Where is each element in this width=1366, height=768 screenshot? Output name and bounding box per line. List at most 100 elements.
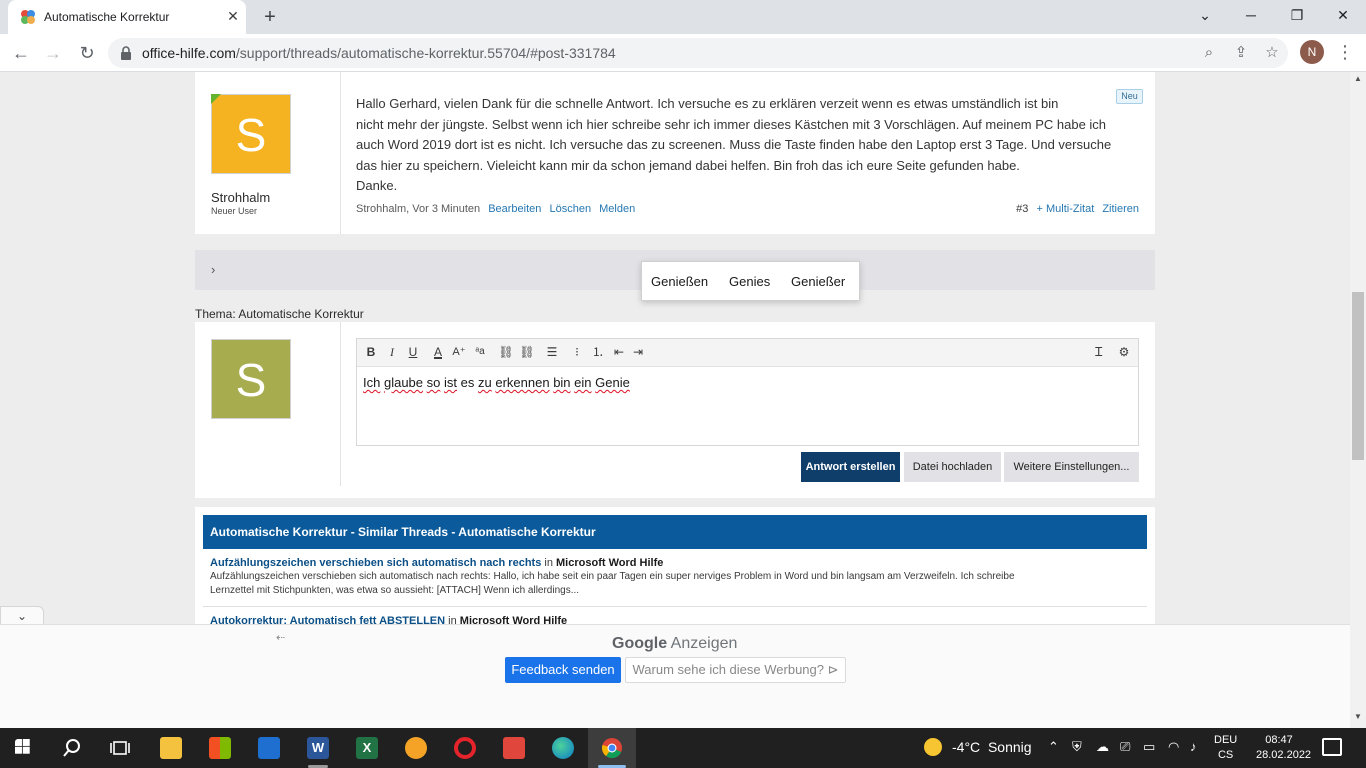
outdent-icon[interactable]: ⇤ [611, 344, 627, 360]
tab-search-icon[interactable]: ⌄ [1182, 0, 1228, 30]
browser-menu-icon[interactable]: ⋮ [1336, 41, 1354, 65]
scroll-down-arrow-icon[interactable]: ▼ [1354, 712, 1362, 721]
reload-icon[interactable]: ↻ [74, 41, 100, 65]
notification-center-icon[interactable] [1322, 738, 1342, 756]
taskbar-chat[interactable] [392, 728, 440, 768]
online-indicator-icon [211, 94, 221, 104]
quote-link[interactable]: Zitieren [1102, 203, 1139, 215]
text-style-button[interactable]: ᵃa [472, 344, 488, 360]
onedrive-cloud-icon[interactable]: ☁ [1096, 739, 1109, 755]
weather-widget[interactable]: -4°C Sonnig [924, 738, 1032, 756]
italic-button[interactable]: I [384, 344, 400, 360]
send-feedback-button[interactable]: Feedback senden [505, 657, 621, 683]
user-name-link[interactable]: Strohhalm [211, 190, 270, 205]
forum-link[interactable]: Microsoft Word Hilfe [556, 557, 663, 569]
zoom-search-icon[interactable]: ⌕ [1200, 44, 1218, 62]
tray-overflow-icon[interactable]: ⌃ [1048, 739, 1059, 755]
scroll-up-arrow-icon[interactable]: ▲ [1354, 74, 1362, 83]
task-view-button[interactable] [96, 728, 144, 768]
system-clock[interactable]: 08:47 28.02.2022 [1256, 733, 1311, 763]
ad-collapse-button[interactable]: ⌄ [0, 606, 44, 625]
multi-quote-link[interactable]: + Multi-Zitat [1036, 203, 1094, 215]
ad-anzeigen-text: Anzeigen [670, 635, 738, 652]
excel-icon: X [356, 737, 378, 759]
taskbar-edge[interactable] [539, 728, 587, 768]
delete-link[interactable]: Löschen [549, 203, 591, 215]
suggestion-item[interactable]: Genießen [651, 274, 708, 289]
chevron-right-icon[interactable]: › [211, 262, 215, 277]
similar-thread-snippet: Aufzählungszeichen verschieben sich auto… [210, 570, 1140, 598]
suggestion-item[interactable]: Genies [729, 274, 770, 289]
clear-formatting-icon[interactable]: Ꮖ [1091, 344, 1107, 360]
battery-icon[interactable]: ▭ [1143, 739, 1155, 755]
address-bar[interactable]: office-hilfe.com/support/threads/automat… [108, 38, 1288, 68]
wifi-icon[interactable]: ◠ [1168, 739, 1179, 755]
meet-now-icon[interactable]: ⎚ [1120, 739, 1130, 755]
minimize-button[interactable]: ─ [1228, 0, 1274, 30]
volume-icon[interactable]: ♪ [1190, 739, 1197, 754]
submit-reply-button[interactable]: Antwort erstellen [801, 452, 900, 482]
bold-button[interactable]: B [363, 344, 379, 360]
font-size-button[interactable]: A⁺ [451, 344, 467, 360]
back-arrow-icon[interactable]: ← [8, 41, 34, 65]
bullet-list-icon[interactable]: ⁝ [569, 344, 585, 360]
why-this-ad-button[interactable]: Warum sehe ich diese Werbung? ⊳ [625, 657, 846, 683]
align-icon[interactable]: ☰ [544, 344, 560, 360]
close-window-button[interactable]: ✕ [1320, 0, 1366, 30]
input-language-indicator[interactable]: DEU CS [1214, 733, 1237, 763]
clock-time: 08:47 [1265, 734, 1293, 746]
taskbar-opera[interactable] [441, 728, 489, 768]
security-shield-icon[interactable]: ⛨ [1072, 739, 1082, 755]
forward-arrow-icon[interactable]: → [40, 41, 66, 65]
taskbar-file-explorer[interactable] [147, 728, 195, 768]
editor-word: zu [477, 375, 492, 390]
more-options-button[interactable]: Weitere Einstellungen... [1004, 452, 1139, 482]
taskbar-search-button[interactable] [48, 728, 96, 768]
edit-link[interactable]: Bearbeiten [488, 203, 541, 215]
google-wordmark: Google [612, 635, 668, 652]
thread-title-label: Thema: Automatische Korrektur [195, 307, 364, 321]
taskbar-chrome[interactable] [588, 728, 636, 768]
post-line: nicht mehr der jüngste. Selbst wenn ich … [356, 116, 1107, 132]
editor-word: ist [444, 375, 457, 390]
taskbar-gmail[interactable] [490, 728, 538, 768]
taskbar-excel[interactable]: X [343, 728, 391, 768]
insert-link-icon[interactable]: ⛓ [498, 344, 514, 360]
numbered-list-icon[interactable]: ⒈ [590, 344, 606, 360]
current-user-avatar: S [211, 339, 291, 419]
toggle-bbcode-icon[interactable]: ⚙ [1116, 344, 1132, 360]
gmail-icon [503, 737, 525, 759]
tab-close-icon[interactable]: ✕ [224, 7, 242, 25]
page-scrollbar[interactable]: ▲ ▼ [1350, 72, 1366, 728]
page-content: S Strohhalm Neuer User Neu Hallo Gerhard… [0, 72, 1350, 728]
remove-link-icon[interactable]: ⛓ [519, 344, 535, 360]
upload-file-button[interactable]: Datei hochladen [904, 452, 1001, 482]
forum-post: S Strohhalm Neuer User Neu Hallo Gerhard… [195, 72, 1155, 234]
new-tab-button[interactable]: + [258, 6, 282, 28]
restore-button[interactable]: ❐ [1274, 0, 1320, 30]
text-color-button[interactable]: A [430, 344, 446, 360]
rich-text-editor[interactable]: B I U A A⁺ ᵃa ⛓ ⛓ ☰ ⁝ ⒈ ⇤ ⇥ Ꮖ ⚙ Ich glau… [356, 338, 1139, 446]
taskbar-store[interactable] [196, 728, 244, 768]
browser-tab-active[interactable]: Automatische Korrektur ✕ [8, 0, 246, 34]
share-icon[interactable]: ⇪ [1232, 44, 1250, 62]
post-line: das hier zu speichern. Vieleicht kann mi… [356, 157, 1020, 173]
editor-toolbar: B I U A A⁺ ᵃa ⛓ ⛓ ☰ ⁝ ⒈ ⇤ ⇥ Ꮖ ⚙ [357, 339, 1138, 367]
post-number-link[interactable]: #3 [1016, 203, 1028, 215]
taskbar-mail[interactable] [245, 728, 293, 768]
underline-button[interactable]: U [405, 344, 421, 360]
ad-back-icon[interactable]: ⇠ [276, 631, 285, 644]
suggestion-item[interactable]: Genießer [791, 274, 845, 289]
scroll-thumb[interactable] [1352, 292, 1364, 460]
report-link[interactable]: Melden [599, 203, 635, 215]
profile-avatar[interactable]: N [1300, 40, 1324, 64]
taskbar-word[interactable]: W [294, 728, 342, 768]
similar-thread-link[interactable]: Aufzählungszeichen verschieben sich auto… [210, 557, 541, 569]
bookmark-star-icon[interactable]: ☆ [1263, 44, 1281, 62]
start-button[interactable] [0, 728, 48, 768]
editor-text[interactable]: Ich glaube so ist es zu erkennen bin ein… [363, 375, 630, 390]
user-avatar[interactable]: S [211, 94, 291, 174]
post-actions-right: #3 + Multi-Zitat Zitieren [1011, 203, 1139, 215]
post-meta[interactable]: Strohhalm, Vor 3 Minuten [356, 203, 480, 215]
indent-icon[interactable]: ⇥ [630, 344, 646, 360]
